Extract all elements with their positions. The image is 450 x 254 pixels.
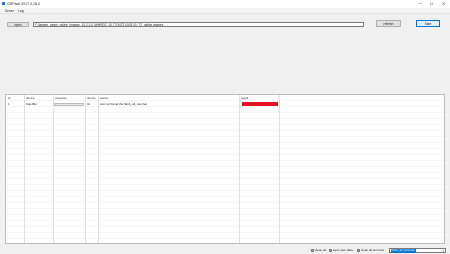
option-clean-all-label: clean all <box>315 248 327 252</box>
column-divider <box>24 95 25 243</box>
path-field[interactable]: F:\fastem_gesm_gslive_images_10.2.2.0 \W… <box>33 22 364 27</box>
menu-bar: Driver Log <box>0 8 450 14</box>
window-title: GSPack 2017.4.28.0 <box>7 2 41 6</box>
header-result[interactable]: result <box>241 96 248 100</box>
open-button[interactable]: open <box>7 22 29 27</box>
start-button[interactable]: Start <box>416 20 440 27</box>
refresh-button[interactable]: refresh <box>376 20 401 27</box>
script-dropdown[interactable]: flash_all_lock.bat ▾ <box>389 247 446 253</box>
column-divider <box>85 95 86 243</box>
column-divider <box>239 95 240 243</box>
header-progress[interactable]: progress <box>55 96 67 100</box>
option-save-user-data-label: save user data <box>333 248 353 252</box>
menu-log[interactable]: Log <box>18 9 24 13</box>
dropdown-value: flash_all_lock.bat <box>390 248 416 253</box>
row-result-error <box>242 102 278 106</box>
minimize-button[interactable]: — <box>415 0 426 7</box>
radio-save-user-data[interactable] <box>329 248 332 252</box>
column-divider <box>53 95 54 243</box>
column-divider <box>98 95 99 243</box>
row-status: can not found the flash_all_root.bat <box>100 101 147 106</box>
row-progress-bar <box>54 102 84 106</box>
app-icon <box>2 2 5 5</box>
option-clean-all-lock[interactable]: clean all and lock <box>357 248 384 252</box>
row-id: 1 <box>8 101 10 106</box>
header-device[interactable]: device <box>26 96 35 100</box>
table-gridlines <box>6 95 444 243</box>
option-clean-all-lock-label: clean all and lock <box>361 248 385 252</box>
device-table[interactable]: id device progress device status result … <box>5 94 445 244</box>
header-id[interactable]: id <box>8 96 10 100</box>
row-device: Kap-Blu <box>26 101 37 106</box>
option-save-user-data[interactable]: save user data <box>329 248 353 252</box>
close-button[interactable]: ✕ <box>438 0 449 7</box>
chevron-down-icon: ▾ <box>442 248 444 253</box>
radio-clean-all-lock[interactable] <box>357 248 360 252</box>
option-clean-all[interactable]: clean all <box>311 248 326 252</box>
menu-driver[interactable]: Driver <box>5 9 14 13</box>
status-bar: clean all save user data clean all and l… <box>0 246 450 254</box>
title-bar: GSPack 2017.4.28.0 — ☐ ✕ <box>0 0 450 8</box>
header-device-2[interactable]: device <box>87 96 96 100</box>
radio-clean-all[interactable] <box>311 248 314 252</box>
row-device-2: 3x <box>87 101 91 106</box>
header-status[interactable]: status <box>100 96 108 100</box>
maximize-button[interactable]: ☐ <box>426 0 437 7</box>
column-divider <box>279 95 280 243</box>
